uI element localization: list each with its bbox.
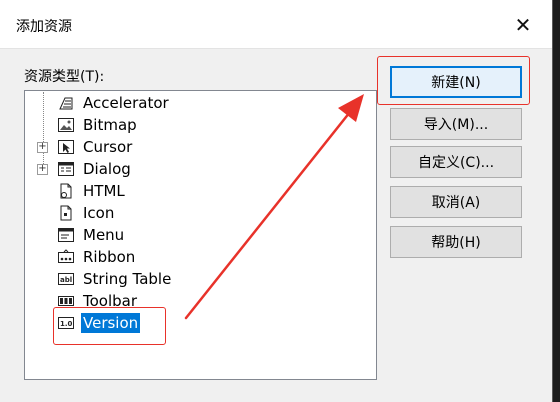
list-item-label: Menu [83, 226, 125, 244]
dialog-title: 添加资源 [16, 19, 72, 35]
html-icon [57, 182, 75, 200]
list-item-html[interactable]: HTML [57, 181, 127, 201]
accelerator-icon [57, 94, 75, 112]
resource-type-label: 资源类型(T): [24, 69, 105, 85]
import-button[interactable]: 导入(M)... [390, 108, 522, 140]
title-bar: 添加资源 ✕ [0, 0, 552, 49]
list-item-ribbon[interactable]: Ribbon [57, 247, 137, 267]
list-item-string-table[interactable]: abl String Table [57, 269, 173, 289]
resource-type-list[interactable]: Accelerator Bitmap + Cursor + Dialog HTM… [24, 90, 377, 380]
toolbar-icon [57, 292, 75, 310]
custom-button[interactable]: 自定义(C)... [390, 146, 522, 178]
expand-cursor-icon[interactable]: + [37, 142, 48, 153]
version-icon: 1.0 [57, 314, 75, 332]
cancel-button[interactable]: 取消(A) [390, 186, 522, 218]
icon-icon [57, 204, 75, 222]
close-icon[interactable]: ✕ [512, 14, 534, 36]
list-item-label: Version [81, 313, 141, 333]
ribbon-icon [57, 248, 75, 266]
help-button[interactable]: 帮助(H) [390, 226, 522, 258]
list-item-toolbar[interactable]: Toolbar [57, 291, 139, 311]
string-table-icon-text: abl [60, 276, 72, 284]
add-resource-dialog: 添加资源 ✕ 资源类型(T): Accelerator Bitmap + Cur… [0, 0, 553, 402]
new-button[interactable]: 新建(N) [390, 66, 522, 98]
list-item-label: String Table [83, 270, 172, 288]
list-item-cursor[interactable]: Cursor [57, 137, 134, 157]
list-item-label: Ribbon [83, 248, 136, 266]
list-item-label: Toolbar [83, 292, 138, 310]
list-item-label: Cursor [83, 138, 133, 156]
list-item-icon[interactable]: Icon [57, 203, 116, 223]
list-item-menu[interactable]: Menu [57, 225, 126, 245]
bitmap-icon [57, 116, 75, 134]
cursor-icon [57, 138, 75, 156]
list-item-label: Bitmap [83, 116, 137, 134]
list-item-accelerator[interactable]: Accelerator [57, 93, 171, 113]
list-item-label: Accelerator [83, 94, 169, 112]
list-item-label: Dialog [83, 160, 131, 178]
menu-icon [57, 226, 75, 244]
list-item-label: Icon [83, 204, 115, 222]
version-icon-text: 1.0 [60, 320, 73, 328]
string-table-icon: abl [57, 270, 75, 288]
tree-line [43, 92, 44, 172]
list-item-label: HTML [83, 182, 125, 200]
list-item-version[interactable]: 1.0 Version [57, 313, 141, 333]
list-item-dialog[interactable]: Dialog [57, 159, 133, 179]
dialog-icon [57, 160, 75, 178]
list-item-bitmap[interactable]: Bitmap [57, 115, 139, 135]
expand-dialog-icon[interactable]: + [37, 164, 48, 175]
